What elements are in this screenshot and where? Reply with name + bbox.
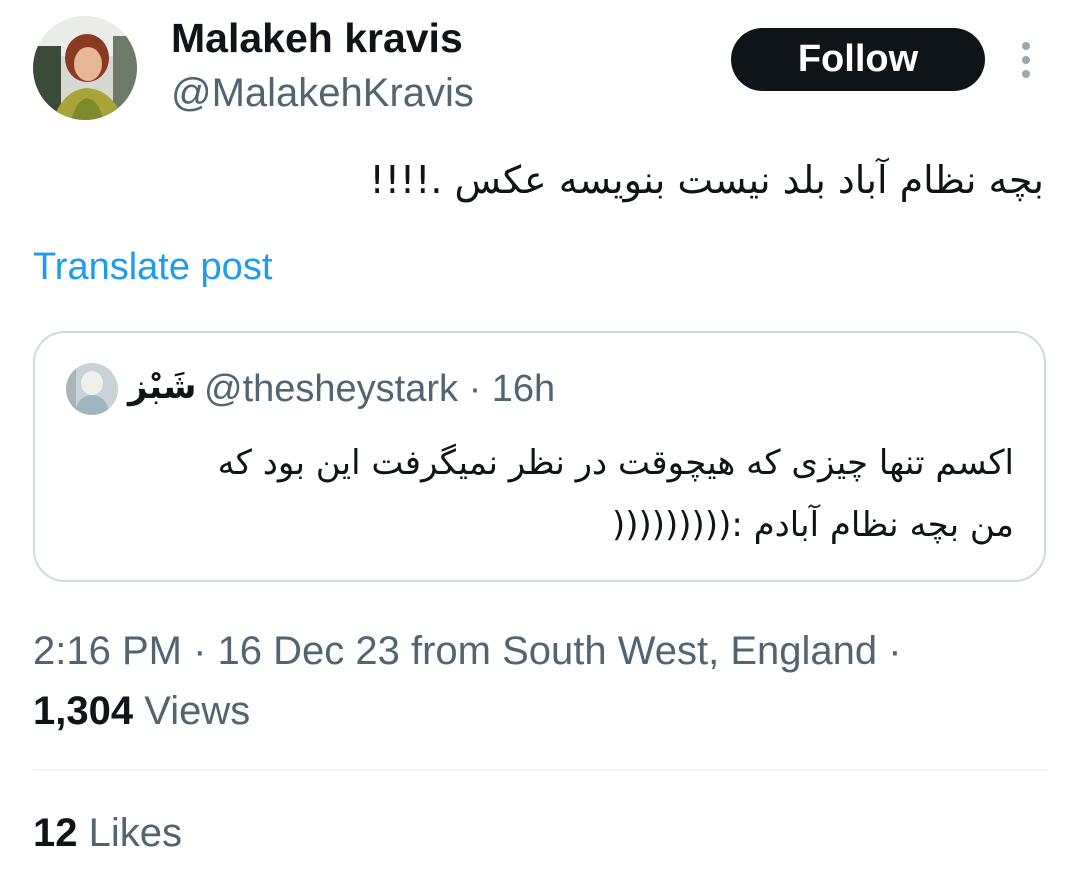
views-count: 1,304 [33,689,134,733]
views-label: Views [144,689,251,733]
author-avatar[interactable] [33,16,137,120]
avatar-photo [33,16,137,120]
quoted-post-text-line: من بچه نظام آبادم :((((((((( [611,505,1014,545]
divider [33,769,1048,771]
follow-button[interactable]: Follow [731,28,985,91]
views-stat: 1,304 Views [33,687,250,735]
quoted-avatar-photo [66,363,118,415]
author-handle[interactable]: @MalakehKravis [171,69,474,117]
likes-stat[interactable]: 12 Likes [33,809,182,857]
quoted-author-name: شَبْز [128,367,197,407]
post-timestamp-location[interactable]: 2:16 PM · 16 Dec 23 from South West, Eng… [33,627,902,675]
post-text: بچه نظام آباد بلد نیست بنویسه عکس .!!!! [369,158,1044,202]
quoted-author-avatar[interactable] [66,363,118,415]
more-vertical-icon [1022,42,1030,78]
likes-label: Likes [88,811,183,855]
quoted-post-text: اکسم تنها چیزی که هیچوقت در نظر نمیگرفت … [94,432,1014,556]
author-display-name[interactable]: Malakeh kravis [171,14,463,62]
likes-count: 12 [33,811,78,855]
quoted-post-text-line: اکسم تنها چیزی که هیچوقت در نظر نمیگرفت … [217,443,1014,483]
more-options-button[interactable] [1010,38,1042,82]
translate-post-link[interactable]: Translate post [33,244,272,290]
quoted-author-handle-time: @thesheystark · 16h [204,368,556,410]
follow-button-label: Follow [797,38,919,80]
